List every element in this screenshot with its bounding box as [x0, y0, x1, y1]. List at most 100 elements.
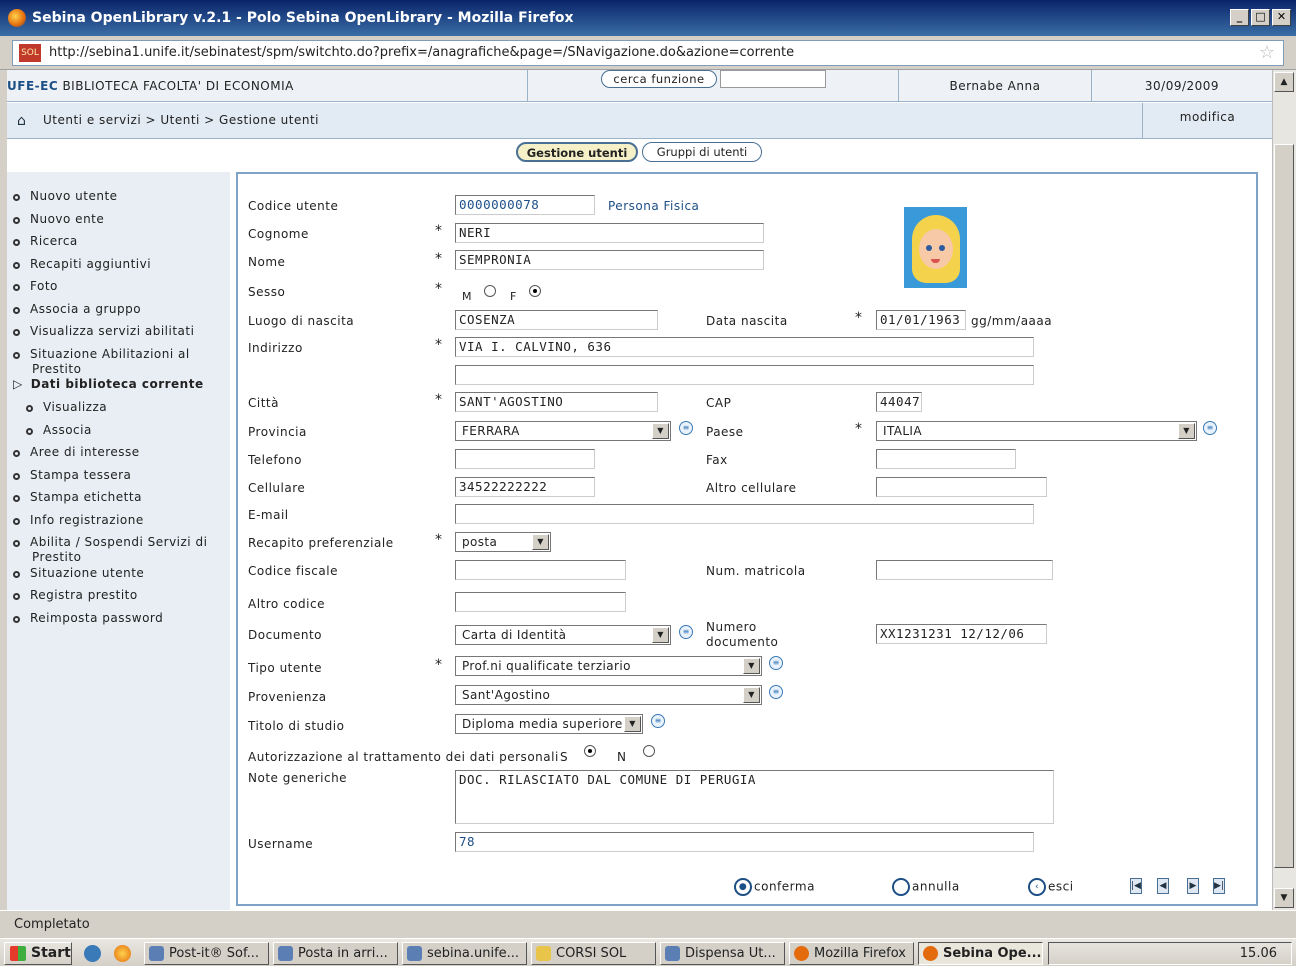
indirizzo-field[interactable]: VIA I. CALVINO, 636 — [455, 337, 1034, 357]
cognome-field[interactable]: NERI — [455, 223, 764, 243]
menu-item[interactable]: Registra prestito — [13, 588, 138, 602]
menu-item[interactable]: Stampa etichetta — [13, 490, 142, 504]
label: Telefono — [248, 453, 302, 467]
email-field[interactable] — [455, 504, 1034, 524]
next-page-icon[interactable]: ▶ — [1187, 878, 1199, 894]
modify-link[interactable]: modifica — [1142, 103, 1272, 138]
citta-field[interactable]: SANT'AGOSTINO — [455, 392, 658, 412]
cancel-button[interactable]: annulla — [892, 878, 960, 896]
last-page-icon[interactable]: ▶| — [1213, 878, 1225, 894]
telefono-field[interactable] — [455, 449, 595, 469]
list-icon[interactable]: ≡ — [679, 421, 693, 435]
start-button[interactable]: Start — [4, 942, 72, 965]
numero-documento-field[interactable]: XX1231231 12/12/06 — [876, 624, 1047, 644]
menu-item[interactable]: Nuovo ente — [13, 212, 104, 226]
scroll-down-icon[interactable]: ▼ — [1274, 888, 1294, 908]
scroll-thumb[interactable] — [1274, 144, 1294, 868]
taskbar-item[interactable]: Mozilla Firefox — [789, 942, 914, 965]
taskbar-item[interactable]: CORSI SOL — [531, 942, 656, 965]
paese-select[interactable]: ITALIA ▼ — [876, 421, 1197, 441]
taskbar-item-active[interactable]: Sebina Ope... — [918, 942, 1043, 965]
required-mark: * — [435, 251, 442, 267]
documento-select[interactable]: Carta di Identità ▼ — [455, 625, 671, 645]
codice-utente-field[interactable]: 0000000078 — [455, 195, 595, 215]
library-code: UFE-EC — [7, 79, 59, 93]
list-icon[interactable]: ≡ — [769, 685, 783, 699]
search-function-input[interactable] — [720, 70, 826, 88]
altro-codice-field[interactable] — [455, 592, 626, 612]
tab-gestione-utenti[interactable]: Gestione utenti — [516, 142, 638, 162]
provincia-select[interactable]: FERRARA ▼ — [455, 421, 671, 441]
consent-n-radio[interactable] — [643, 745, 655, 757]
sex-f-label: F — [510, 290, 517, 303]
fax-field[interactable] — [876, 449, 1016, 469]
maximize-button[interactable]: □ — [1251, 9, 1270, 26]
provenienza-select[interactable]: Sant'Agostino ▼ — [455, 685, 762, 705]
menu-item[interactable]: Recapiti aggiuntivi — [13, 257, 151, 271]
titolo-studio-select[interactable]: Diploma media superiore ▼ — [455, 714, 643, 734]
tab-gruppi-utenti[interactable]: Gruppi di utenti — [642, 142, 762, 162]
cellulare-field[interactable]: 34522222222 — [455, 477, 595, 497]
list-icon[interactable]: ≡ — [1203, 421, 1217, 435]
menu-item[interactable]: Reimposta password — [13, 611, 163, 625]
menu-item[interactable]: Associa a gruppo — [13, 302, 141, 316]
chevron-down-icon: ▼ — [1178, 423, 1195, 439]
altro-cellulare-field[interactable] — [876, 477, 1047, 497]
sex-f-radio[interactable] — [529, 285, 541, 297]
cap-field[interactable]: 44047 — [876, 392, 922, 412]
system-tray: 15.06 — [1048, 942, 1292, 965]
menu-item[interactable]: Aree di interesse — [13, 445, 140, 459]
menu-item[interactable]: Situazione Abilitazioni al Prestito — [13, 347, 203, 377]
username-field[interactable]: 78 — [455, 832, 1034, 852]
nome-field[interactable]: SEMPRONIA — [455, 250, 764, 270]
menu-subitem[interactable]: Associa — [26, 423, 92, 437]
matricola-field[interactable] — [876, 560, 1053, 580]
recapito-select[interactable]: posta ▼ — [455, 532, 551, 552]
taskbar-item[interactable]: sebina.unife... — [402, 942, 527, 965]
taskbar-item[interactable]: Posta in arri... — [273, 942, 398, 965]
menu-item[interactable]: Stampa tessera — [13, 468, 131, 482]
luogo-nascita-field[interactable]: COSENZA — [455, 310, 658, 330]
label: Codice fiscale — [248, 564, 338, 578]
first-page-icon[interactable]: |◀ — [1130, 878, 1142, 894]
list-icon[interactable]: ≡ — [651, 714, 665, 728]
home-icon[interactable]: ⌂ — [17, 113, 26, 129]
confirm-button[interactable]: ● conferma — [734, 878, 815, 896]
sex-m-radio[interactable] — [484, 285, 496, 297]
vertical-scrollbar[interactable]: ▲ ▼ — [1272, 70, 1296, 910]
ie-icon[interactable] — [84, 945, 101, 962]
codice-fiscale-field[interactable] — [455, 560, 626, 580]
label: Cellulare — [248, 481, 306, 495]
taskbar-item[interactable]: Post-it® Sof... — [144, 942, 269, 965]
menu-item[interactable]: Foto — [13, 279, 58, 293]
consent-s-radio[interactable] — [584, 745, 596, 757]
taskbar-item[interactable]: Dispensa Ut... — [660, 942, 785, 965]
close-button[interactable]: ✕ — [1272, 9, 1291, 26]
minimize-button[interactable]: _ — [1230, 9, 1249, 26]
list-icon[interactable]: ≡ — [769, 656, 783, 670]
scroll-up-icon[interactable]: ▲ — [1274, 72, 1294, 92]
menu-item[interactable]: Nuovo utente — [13, 189, 118, 203]
menu-item[interactable]: Info registrazione — [13, 513, 144, 527]
menu-item[interactable]: Ricerca — [13, 234, 78, 248]
firefox-quicklaunch-icon[interactable] — [114, 945, 131, 962]
menu-item[interactable]: Abilita / Sospendi Servizi di Prestito — [13, 535, 213, 565]
menu-subitem[interactable]: Visualizza — [26, 400, 107, 414]
data-nascita-field[interactable]: 01/01/1963 — [876, 310, 966, 330]
search-function-button[interactable]: cerca funzione — [601, 70, 717, 88]
bookmark-star-icon[interactable]: ☆ — [1259, 41, 1275, 65]
tipo-utente-select[interactable]: Prof.ni qualificate terziario ▼ — [455, 656, 762, 676]
label: Numero documento — [706, 620, 779, 649]
required-mark: * — [855, 421, 862, 437]
label: Sesso — [248, 285, 286, 299]
menu-item[interactable]: Visualizza servizi abilitati — [13, 324, 194, 338]
indirizzo2-field[interactable] — [455, 365, 1034, 385]
url-input[interactable]: SOL http://sebina1.unife.it/sebinatest/s… — [12, 40, 1284, 66]
exit-button[interactable]: ‹ esci — [1028, 878, 1074, 896]
list-icon[interactable]: ≡ — [679, 625, 693, 639]
sidebar: Nuovo utente Nuovo ente Ricerca Recapiti… — [7, 172, 230, 912]
note-textarea[interactable]: DOC. RILASCIATO DAL COMUNE DI PERUGIA — [455, 770, 1054, 824]
menu-item[interactable]: Situazione utente — [13, 566, 144, 580]
menu-item-current[interactable]: ▷ Dati biblioteca corrente — [13, 377, 204, 391]
prev-page-icon[interactable]: ◀ — [1157, 878, 1169, 894]
